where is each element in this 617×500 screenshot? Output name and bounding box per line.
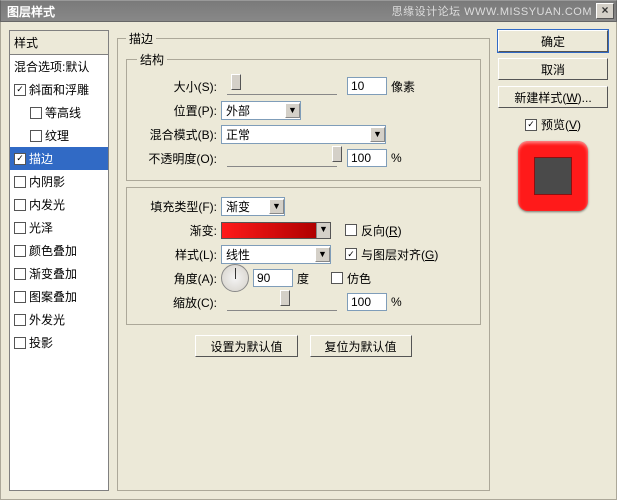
align-label: 与图层对齐(G) [361, 246, 438, 263]
close-icon[interactable]: × [596, 3, 614, 19]
make-default-button[interactable]: 设置为默认值 [195, 335, 297, 357]
style-item-label: 颜色叠加 [29, 242, 77, 259]
filltype-select[interactable]: 渐变▼ [221, 197, 285, 216]
style-item-纹理[interactable]: 纹理 [10, 124, 108, 147]
scale-input[interactable]: 100 [347, 293, 387, 311]
style-item-外发光[interactable]: 外发光 [10, 308, 108, 331]
size-unit: 像素 [391, 78, 415, 95]
style-checkbox[interactable] [14, 222, 26, 234]
style-select[interactable]: 线性▼ [221, 245, 331, 264]
style-item-label: 等高线 [45, 104, 81, 121]
style-item-label: 内阴影 [29, 173, 65, 190]
style-item-label: 投影 [29, 334, 53, 351]
style-item-label: 图案叠加 [29, 288, 77, 305]
style-checkbox[interactable] [14, 291, 26, 303]
style-item-内阴影[interactable]: 内阴影 [10, 170, 108, 193]
style-item-图案叠加[interactable]: 图案叠加 [10, 285, 108, 308]
style-checkbox[interactable] [14, 153, 26, 165]
scale-slider[interactable] [227, 293, 337, 311]
style-checkbox[interactable] [14, 199, 26, 211]
style-checkbox[interactable] [14, 245, 26, 257]
align-checkbox[interactable] [345, 248, 357, 260]
window-title: 图层样式 [3, 3, 59, 20]
style-item-等高线[interactable]: 等高线 [10, 101, 108, 124]
style-item-label: 纹理 [45, 127, 69, 144]
position-select[interactable]: 外部▼ [221, 101, 301, 120]
reverse-checkbox[interactable] [345, 224, 357, 236]
opacity-input[interactable]: 100 [347, 149, 387, 167]
size-label: 大小(S): [137, 78, 217, 95]
opacity-unit: % [391, 151, 402, 165]
style-item-颜色叠加[interactable]: 颜色叠加 [10, 239, 108, 262]
opacity-label: 不透明度(O): [137, 150, 217, 167]
opacity-slider[interactable] [227, 149, 337, 167]
position-label: 位置(P): [137, 102, 217, 119]
chevron-down-icon: ▼ [269, 199, 284, 214]
reverse-label: 反向(R) [361, 222, 402, 239]
size-input[interactable]: 10 [347, 77, 387, 95]
styles-header: 样式 [10, 31, 108, 55]
style-item-label: 外发光 [29, 311, 65, 328]
chevron-down-icon: ▼ [316, 223, 330, 238]
angle-input[interactable]: 90 [253, 269, 293, 287]
chevron-down-icon: ▼ [315, 247, 330, 262]
style-item-label: 描边 [29, 150, 53, 167]
preview-swatch [518, 141, 588, 211]
style-item-label: 渐变叠加 [29, 265, 77, 282]
filltype-label: 填充类型(F): [137, 198, 217, 215]
style-item-渐变叠加[interactable]: 渐变叠加 [10, 262, 108, 285]
gradient-label: 渐变: [137, 222, 217, 239]
preview-label: 预览(V) [541, 116, 581, 133]
dither-label: 仿色 [347, 270, 371, 287]
scale-label: 缩放(C): [137, 294, 217, 311]
chevron-down-icon: ▼ [370, 127, 385, 142]
cancel-button[interactable]: 取消 [498, 58, 608, 80]
gradient-picker[interactable]: ▼ [221, 222, 331, 239]
watermark: 思缘设计论坛 WWW.MISSYUAN.COM [59, 3, 596, 19]
style-item-投影[interactable]: 投影 [10, 331, 108, 354]
style-item-label: 光泽 [29, 219, 53, 236]
legend-stroke: 描边 [126, 30, 156, 47]
blendmode-label: 混合模式(B): [137, 126, 217, 143]
blend-options-row[interactable]: 混合选项:默认 [10, 55, 108, 78]
blendmode-select[interactable]: 正常▼ [221, 125, 386, 144]
style-checkbox[interactable] [30, 130, 42, 142]
style-label: 样式(L): [137, 246, 217, 263]
style-checkbox[interactable] [14, 176, 26, 188]
style-item-光泽[interactable]: 光泽 [10, 216, 108, 239]
style-item-label: 内发光 [29, 196, 65, 213]
new-style-button[interactable]: 新建样式(W)... [498, 86, 608, 108]
dither-checkbox[interactable] [331, 272, 343, 284]
angle-label: 角度(A): [137, 270, 217, 287]
ok-button[interactable]: 确定 [498, 30, 608, 52]
angle-unit: 度 [297, 270, 309, 287]
style-checkbox[interactable] [30, 107, 42, 119]
angle-dial[interactable] [221, 264, 249, 292]
scale-unit: % [391, 295, 402, 309]
reset-default-button[interactable]: 复位为默认值 [310, 335, 412, 357]
style-checkbox[interactable] [14, 314, 26, 326]
chevron-down-icon: ▼ [285, 103, 300, 118]
styles-list: 样式 混合选项:默认 斜面和浮雕等高线纹理描边内阴影内发光光泽颜色叠加渐变叠加图… [9, 30, 109, 491]
style-item-内发光[interactable]: 内发光 [10, 193, 108, 216]
preview-checkbox[interactable] [525, 119, 537, 131]
style-checkbox[interactable] [14, 337, 26, 349]
size-slider[interactable] [227, 77, 337, 95]
style-item-斜面和浮雕[interactable]: 斜面和浮雕 [10, 78, 108, 101]
style-checkbox[interactable] [14, 268, 26, 280]
style-item-label: 斜面和浮雕 [29, 81, 89, 98]
style-item-描边[interactable]: 描边 [10, 147, 108, 170]
legend-structure: 结构 [137, 51, 167, 68]
style-checkbox[interactable] [14, 84, 26, 96]
